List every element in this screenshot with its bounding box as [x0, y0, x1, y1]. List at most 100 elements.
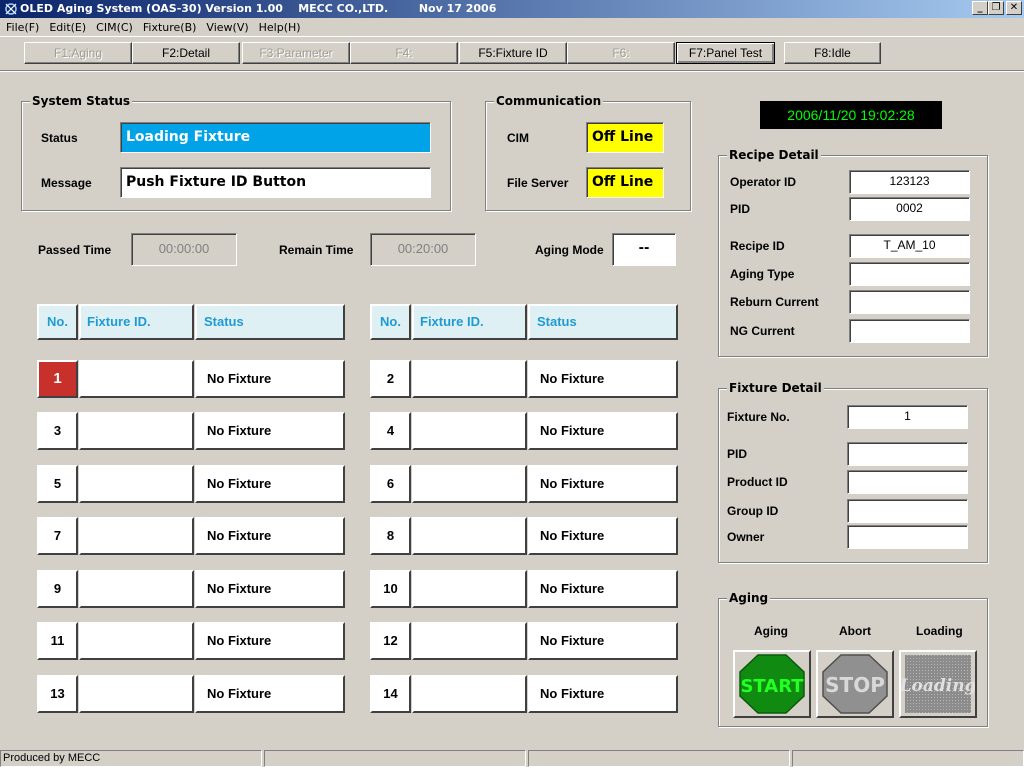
fixture-id-2[interactable] — [412, 360, 527, 398]
fixture-no-field[interactable]: 1 — [847, 405, 968, 429]
fixture-status-7[interactable]: No Fixture — [195, 517, 345, 555]
fixture-pid-field[interactable] — [847, 442, 968, 466]
fixture-no-14[interactable]: 14 — [370, 675, 411, 713]
fixture-id-9[interactable] — [79, 570, 194, 608]
fixture-status-9[interactable]: No Fixture — [195, 570, 345, 608]
fixture-no-1[interactable]: 1 — [37, 360, 78, 398]
title-bar[interactable]: OLED Aging System (OAS-30) Version 1.00 … — [0, 0, 1024, 18]
cim-status: Off Line — [586, 122, 664, 153]
loading-button[interactable]: Loading — [899, 650, 977, 718]
col-header-status: Status — [195, 304, 345, 340]
fixture-id-3[interactable] — [79, 412, 194, 450]
fixture-no-3[interactable]: 3 — [37, 412, 78, 450]
f4-button[interactable]: F4: — [350, 42, 458, 64]
f8-idle-button[interactable]: F8:Idle — [784, 42, 881, 64]
stop-button[interactable]: STOP — [816, 650, 894, 718]
group-id-field[interactable] — [847, 499, 968, 523]
close-button[interactable]: ✕ — [1006, 1, 1022, 15]
product-id-field[interactable] — [847, 470, 968, 494]
fixture-no-7[interactable]: 7 — [37, 517, 78, 555]
menu-help[interactable]: Help(H) — [255, 18, 307, 36]
fixture-no-13[interactable]: 13 — [37, 675, 78, 713]
aging-type-label: Aging Type — [730, 267, 795, 281]
ng-current-field[interactable] — [849, 319, 970, 343]
start-caption: Aging — [754, 624, 788, 638]
fixture-no-11[interactable]: 11 — [37, 622, 78, 660]
fixture-status-10[interactable]: No Fixture — [528, 570, 678, 608]
reburn-current-label: Reburn Current — [730, 295, 819, 309]
fixture-status-14[interactable]: No Fixture — [528, 675, 678, 713]
fixture-id-6[interactable] — [412, 465, 527, 503]
col-header-status-right: Status — [528, 304, 678, 340]
owner-field[interactable] — [847, 525, 968, 549]
menu-view[interactable]: View(V) — [202, 18, 254, 36]
fixture-status-3[interactable]: No Fixture — [195, 412, 345, 450]
f1-aging-button[interactable]: F1:Aging — [24, 42, 132, 64]
fixture-id-7[interactable] — [79, 517, 194, 555]
fixture-no-5[interactable]: 5 — [37, 465, 78, 503]
communication-title: Communication — [494, 93, 604, 109]
fixture-no-4[interactable]: 4 — [370, 412, 411, 450]
aging-type-field[interactable] — [849, 262, 970, 286]
menu-cim[interactable]: CIM(C) — [92, 18, 139, 36]
operator-id-field[interactable]: 123123 — [849, 170, 970, 194]
fixture-status-12[interactable]: No Fixture — [528, 622, 678, 660]
fixture-id-11[interactable] — [79, 622, 194, 660]
f5-fixture-id-button[interactable]: F5:Fixture ID — [459, 42, 567, 64]
statusbar-panel-credit: Produced by MECC — [0, 750, 262, 767]
menu-edit[interactable]: Edit(E) — [45, 18, 92, 36]
loading-caption: Loading — [916, 624, 963, 638]
fixture-status-5[interactable]: No Fixture — [195, 465, 345, 503]
fixture-no-9[interactable]: 9 — [37, 570, 78, 608]
remain-time-field: 00:20:00 — [370, 233, 476, 266]
owner-label: Owner — [727, 530, 765, 544]
fixture-pid-label: PID — [727, 447, 748, 461]
f6-button[interactable]: F6: — [567, 42, 675, 64]
start-text: START — [740, 676, 804, 697]
menu-bar: File(F) Edit(E) CIM(C) Fixture(B) View(V… — [0, 18, 1024, 36]
fixture-no-6[interactable]: 6 — [370, 465, 411, 503]
fixture-id-8[interactable] — [412, 517, 527, 555]
fixture-id-1[interactable] — [79, 360, 194, 398]
col-header-fixture-id: Fixture ID. — [79, 304, 194, 340]
statusbar-panel-4 — [792, 750, 1024, 767]
fixture-id-10[interactable] — [412, 570, 527, 608]
recipe-pid-field[interactable]: 0002 — [849, 197, 970, 221]
restore-button[interactable]: ❐ — [988, 1, 1004, 15]
f3-parameter-button[interactable]: F3:Parameter — [242, 42, 350, 64]
fixture-id-12[interactable] — [412, 622, 527, 660]
fixture-id-13[interactable] — [79, 675, 194, 713]
fixture-status-11[interactable]: No Fixture — [195, 622, 345, 660]
status-label: Status — [41, 131, 78, 145]
fixture-status-13[interactable]: No Fixture — [195, 675, 345, 713]
datetime-display: 2006/11/20 19:02:28 — [760, 101, 942, 129]
menu-file[interactable]: File(F) — [2, 18, 45, 36]
recipe-id-label: Recipe ID — [730, 239, 785, 253]
fixture-detail-title: Fixture Detail — [727, 380, 824, 396]
fixture-no-12[interactable]: 12 — [370, 622, 411, 660]
reburn-current-field[interactable] — [849, 290, 970, 314]
fixture-status-4[interactable]: No Fixture — [528, 412, 678, 450]
status-bar: Produced by MECC — [0, 749, 1024, 767]
menu-fixture[interactable]: Fixture(B) — [139, 18, 203, 36]
col-header-fixture-id-right: Fixture ID. — [412, 304, 527, 340]
aging-mode-label: Aging Mode — [535, 243, 604, 257]
fixture-status-6[interactable]: No Fixture — [528, 465, 678, 503]
f2-detail-button[interactable]: F2:Detail — [132, 42, 240, 64]
fixture-no-8[interactable]: 8 — [370, 517, 411, 555]
fixture-no-10[interactable]: 10 — [370, 570, 411, 608]
fixture-id-5[interactable] — [79, 465, 194, 503]
start-button[interactable]: START — [733, 650, 811, 718]
fixture-id-14[interactable] — [412, 675, 527, 713]
aging-title: Aging — [727, 590, 771, 606]
fixture-id-4[interactable] — [412, 412, 527, 450]
group-id-label: Group ID — [727, 504, 779, 518]
content-divider — [0, 70, 1024, 72]
fixture-status-8[interactable]: No Fixture — [528, 517, 678, 555]
fixture-status-1[interactable]: No Fixture — [195, 360, 345, 398]
recipe-id-field[interactable]: T_AM_10 — [849, 234, 970, 258]
fixture-no-2[interactable]: 2 — [370, 360, 411, 398]
f7-panel-test-button[interactable]: F7:Panel Test — [676, 42, 775, 64]
fixture-status-2[interactable]: No Fixture — [528, 360, 678, 398]
minimize-button[interactable]: _ — [972, 1, 988, 15]
